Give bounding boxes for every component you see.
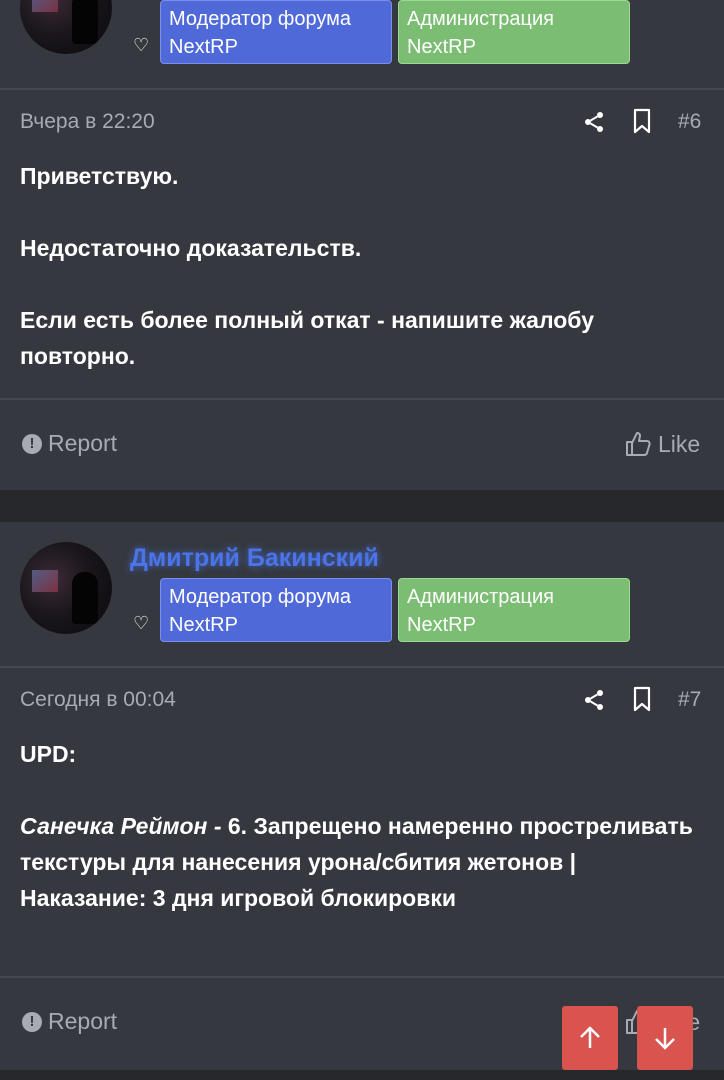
bookmark-icon[interactable] (630, 108, 654, 134)
quote-author: Санечка Реймон - (20, 813, 222, 839)
heart-icon[interactable]: ♡ (133, 613, 153, 633)
post-number[interactable]: #6 (678, 110, 701, 134)
like-button[interactable]: Like (624, 430, 700, 458)
exclamation-circle-icon: ! (22, 1011, 42, 1032)
post-meta: Сегодня в 00:04 #7 (0, 684, 724, 720)
post-number[interactable]: #7 (678, 688, 701, 712)
admin-badge: Администрация NextRP (398, 578, 630, 642)
thumbs-up-icon (626, 432, 651, 456)
post-meta: Вчера в 22:20 #6 (0, 106, 724, 142)
arrow-up-icon (580, 1026, 600, 1048)
arrow-down-icon (655, 1028, 675, 1050)
post-userbar: Дмитрий Бакинский ♡ Модератор форума Nex… (0, 522, 724, 668)
moderator-badge: Модератор форума NextRP (160, 0, 392, 64)
report-button[interactable]: ! Report (22, 430, 117, 457)
username[interactable]: Дмитрий Бакинский (130, 544, 379, 573)
heart-icon[interactable]: ♡ (133, 35, 153, 55)
scroll-down-button[interactable] (637, 1006, 693, 1070)
post-footer: ! Report Like (0, 398, 724, 488)
post-6: ♡ Модератор форума NextRP Администрация … (0, 0, 724, 490)
post-userbar: ♡ Модератор форума NextRP Администрация … (0, 0, 724, 90)
post-quote-paragraph: Санечка Реймон - 6. Запрещено намеренно … (20, 808, 700, 916)
share-icon[interactable] (582, 110, 606, 134)
post-7: Дмитрий Бакинский ♡ Модератор форума Nex… (0, 522, 724, 1070)
post-paragraph: Если есть более полный откат - напишите … (20, 307, 595, 369)
scroll-up-button[interactable] (562, 1006, 618, 1070)
report-label: Report (48, 1008, 118, 1034)
post-paragraph: Недостаточно доказательств. (20, 235, 362, 261)
share-icon[interactable] (582, 688, 606, 712)
admin-badge: Администрация NextRP (398, 0, 630, 64)
avatar[interactable] (20, 0, 112, 54)
post-date[interactable]: Сегодня в 00:04 (20, 688, 176, 712)
like-label: Like (658, 430, 701, 457)
post-body: Приветствую. Недостаточно доказательств.… (20, 158, 700, 374)
bookmark-icon[interactable] (630, 686, 654, 712)
exclamation-circle-icon: ! (22, 433, 42, 454)
post-date[interactable]: Вчера в 22:20 (20, 110, 155, 134)
avatar[interactable] (20, 542, 112, 634)
report-button[interactable]: ! Report (22, 1008, 117, 1035)
post-body: UPD: Санечка Реймон - 6. Запрещено намер… (20, 736, 700, 916)
post-paragraph: UPD: (20, 741, 77, 767)
post-paragraph: Приветствую. (20, 163, 179, 189)
moderator-badge: Модератор форума NextRP (160, 578, 392, 642)
report-label: Report (48, 430, 118, 456)
